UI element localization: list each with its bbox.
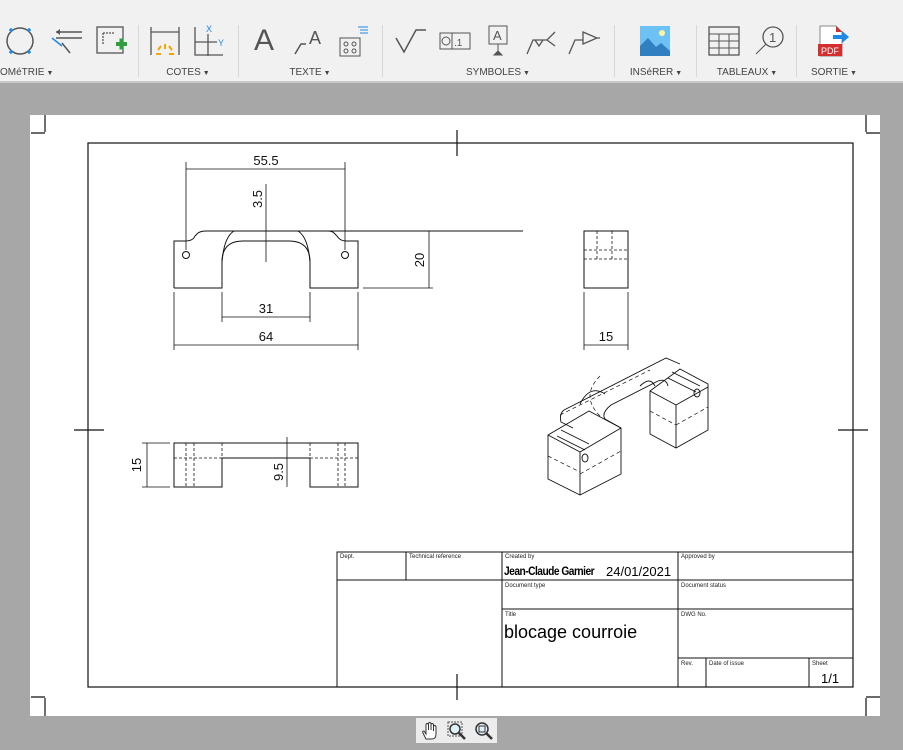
group-label[interactable]: SORTIE ▼: [798, 67, 870, 78]
weld-symbol-icon[interactable]: [524, 24, 558, 58]
group-dimensions: XY COTES ▼: [140, 0, 236, 83]
dim-20: 20: [412, 253, 427, 267]
group-label[interactable]: SYMBOLES ▼: [384, 67, 612, 78]
group-tables: 1 TABLEAUX ▼: [698, 0, 796, 83]
doc-status-label: Document status: [681, 583, 727, 589]
svg-text:.1: .1: [454, 38, 463, 49]
sheet-number: 1/1: [821, 671, 840, 686]
balloon-icon[interactable]: 1: [752, 24, 786, 58]
group-label[interactable]: INSéRER ▼: [616, 67, 696, 78]
group-label[interactable]: TEXTE ▼: [240, 67, 380, 78]
sheet-border: [87, 142, 854, 688]
separator: [138, 25, 139, 77]
pan-hand-icon[interactable]: [420, 721, 440, 741]
rev-label: Rev.: [681, 661, 693, 667]
drawing-title: blocage courroie: [504, 622, 638, 642]
sheet-label: Sheet: [812, 661, 828, 667]
circle-icon[interactable]: [4, 24, 38, 58]
datum-icon[interactable]: A: [482, 24, 516, 58]
add-sketch-icon[interactable]: [94, 24, 128, 58]
group-label[interactable]: TABLEAUX ▼: [698, 67, 796, 78]
svg-text:Y: Y: [218, 38, 224, 48]
table-icon[interactable]: [707, 24, 741, 58]
group-geometry: OMéTRIE ▼: [0, 0, 135, 83]
hole-note-icon[interactable]: [336, 24, 370, 58]
pdf-export-icon[interactable]: PDF: [816, 24, 850, 58]
group-output: PDF SORTIE ▼: [798, 0, 870, 83]
isometric-view: [547, 357, 709, 496]
insert-image-icon[interactable]: [638, 24, 672, 58]
created-date: 24/01/2021: [606, 564, 672, 579]
text-icon[interactable]: A: [254, 24, 288, 58]
separator: [614, 25, 615, 77]
separator: [382, 25, 383, 77]
top-view: [142, 437, 359, 488]
separator: [796, 25, 797, 77]
offset-line-icon[interactable]: [50, 24, 84, 58]
dim-15-side: 15: [599, 329, 613, 344]
view-toolbar: [416, 718, 497, 743]
dim-9-5: 9.5: [271, 463, 286, 481]
zoom-fit-icon[interactable]: [474, 721, 494, 741]
zoom-window-icon[interactable]: [447, 721, 467, 741]
group-text: A A TEXTE ▼: [240, 0, 380, 83]
front-view-dimensions: [173, 162, 433, 350]
surface-texture-icon[interactable]: [394, 24, 428, 58]
title-label: Title: [505, 612, 517, 618]
separator: [696, 25, 697, 77]
drawing-sheet[interactable]: 55.5 3.5 20 31 64 15 15 9.5 Dept. Techni…: [30, 115, 880, 716]
taper-symbol-icon[interactable]: [566, 24, 600, 58]
date-of-issue-label: Date of issue: [709, 661, 745, 667]
created-by-value: Jean-Claude Garnier: [504, 564, 595, 578]
group-symbols: .1 A SYMBOLES ▼: [384, 0, 612, 83]
dimension-icon[interactable]: [148, 24, 182, 58]
created-by-label: Created by: [505, 554, 535, 560]
svg-text:A: A: [493, 28, 502, 43]
approved-by-label: Approved by: [681, 554, 715, 560]
feature-control-frame-icon[interactable]: .1: [438, 24, 472, 58]
dim-64: 64: [259, 329, 273, 344]
front-view: [173, 230, 523, 289]
drawing-canvas: 55.5 3.5 20 31 64 15 15 9.5: [31, 115, 880, 716]
dwg-no-label: DWG No.: [681, 612, 707, 618]
svg-text:X: X: [206, 24, 212, 34]
dept-label: Dept.: [340, 554, 355, 560]
group-label[interactable]: COTES ▼: [140, 67, 236, 78]
title-block-lines: [336, 551, 854, 688]
tech-ref-label: Technical reference: [409, 554, 462, 560]
leader-text-icon[interactable]: A: [292, 24, 326, 58]
corner-marks: [31, 115, 880, 716]
svg-text:PDF: PDF: [821, 46, 840, 56]
center-marks: [74, 130, 868, 700]
separator: [238, 25, 239, 77]
ordinate-dimension-icon[interactable]: XY: [192, 24, 226, 58]
ribbon-toolbar: OMéTRIE ▼ XY COTES ▼ A A TEXTE ▼ .1 A SYMBO…: [0, 0, 903, 83]
doc-type-label: Document type: [505, 583, 546, 589]
svg-text:A: A: [309, 28, 321, 48]
dim-15-top: 15: [129, 458, 144, 472]
group-label[interactable]: OMéTRIE ▼: [0, 67, 135, 78]
dim-31: 31: [259, 301, 273, 316]
group-insert: INSéRER ▼: [616, 0, 696, 83]
svg-text:1: 1: [769, 30, 776, 45]
dim-3-5: 3.5: [250, 190, 265, 208]
dim-55-5: 55.5: [253, 153, 278, 168]
